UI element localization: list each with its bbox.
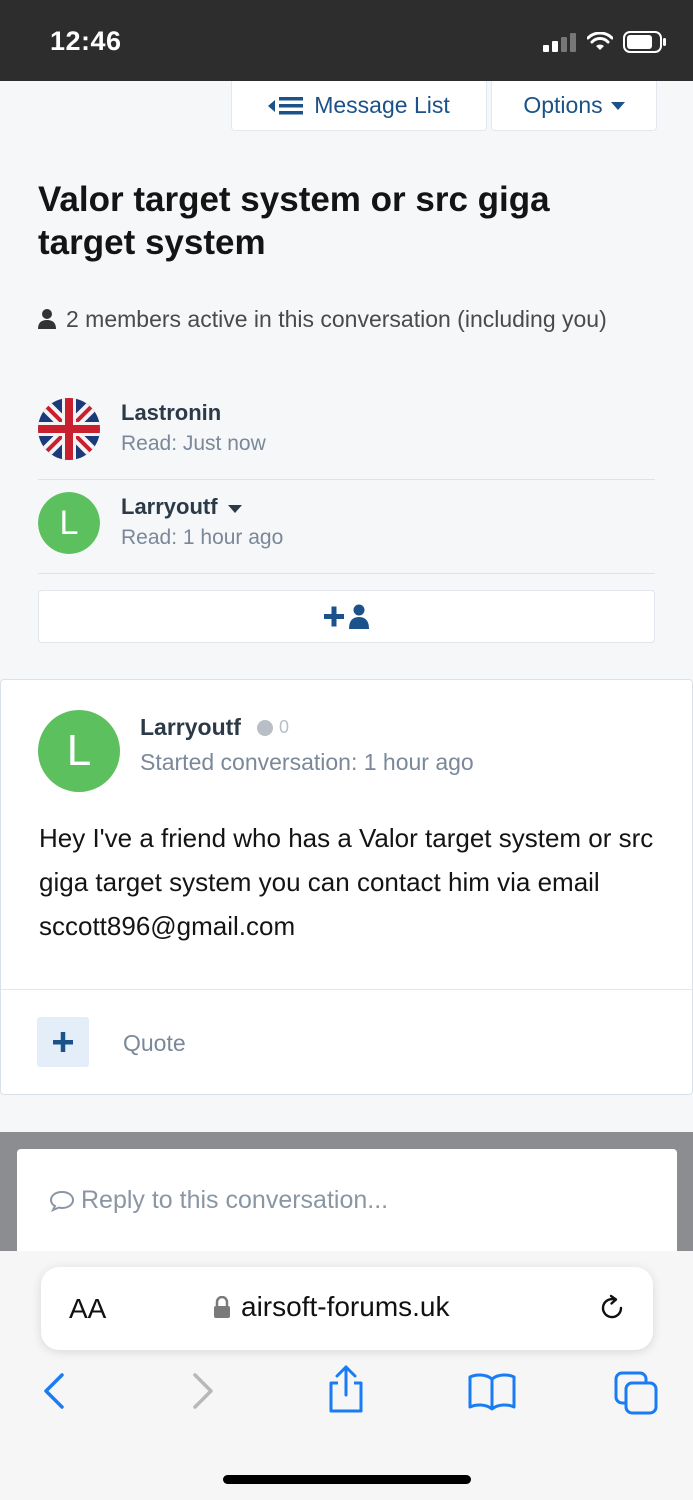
url-field[interactable]: airsoft-forums.uk: [213, 1291, 450, 1323]
quote-button[interactable]: Quote: [123, 1030, 186, 1057]
bookmarks-icon[interactable]: [467, 1371, 517, 1411]
reload-icon[interactable]: [597, 1293, 627, 1323]
reaction-count: 0: [278, 717, 289, 737]
address-bar[interactable]: AA airsoft-forums.uk: [41, 1267, 653, 1350]
caret-down-icon: [610, 101, 625, 110]
status-icons: [543, 31, 667, 53]
list-icon: [268, 96, 304, 114]
battery-icon: [623, 31, 666, 53]
header-buttons: Message List Options: [231, 81, 657, 131]
reply-placeholder: Reply to this conversation...: [49, 1186, 388, 1215]
member-read-status: Read: 1 hour ago: [121, 526, 284, 549]
message-author-avatar[interactable]: L: [38, 710, 120, 792]
message-author: Larryoutf 0: [140, 714, 289, 741]
lock-icon: [214, 1296, 230, 1318]
avatar[interactable]: L: [38, 492, 100, 554]
message-list-label: Message List: [314, 92, 450, 118]
conversation-title: Valor target system or src giga target s…: [38, 180, 550, 262]
forward-icon[interactable]: [189, 1371, 217, 1411]
message-list-button[interactable]: Message List: [231, 81, 487, 131]
share-icon[interactable]: [326, 1365, 366, 1415]
status-bar: 12:46: [0, 0, 693, 81]
text-size-button[interactable]: AA: [69, 1293, 106, 1325]
reply-area: Reply to this conversation...: [0, 1132, 693, 1251]
plus-icon: [53, 1032, 73, 1052]
member-name[interactable]: Larryoutf: [121, 494, 242, 520]
members-active-text: 2 members active in this conversation (i…: [66, 306, 607, 332]
home-indicator: [223, 1475, 471, 1484]
message-meta: Started conversation: 1 hour ago: [140, 749, 474, 775]
reply-input[interactable]: Reply to this conversation...: [17, 1149, 677, 1251]
message-body: Hey I've a friend who has a Valor target…: [39, 823, 654, 941]
signal-icon: [543, 33, 576, 52]
url-text: airsoft-forums.uk: [241, 1291, 450, 1322]
member-row: L Larryoutf Read: 1 hour ago: [38, 480, 655, 574]
options-label: Options: [523, 92, 603, 118]
wifi-icon: [587, 32, 613, 50]
members-active: 2 members active in this conversation (i…: [38, 304, 648, 334]
message-post: L Larryoutf 0 Started conversation: 1 ho…: [0, 679, 693, 1095]
tabs-icon[interactable]: [614, 1371, 660, 1417]
multi-quote-button[interactable]: [37, 1017, 89, 1067]
comment-icon: [49, 1190, 75, 1212]
status-time: 12:46: [50, 26, 122, 56]
add-user-icon: [323, 604, 369, 629]
online-status-dot: [256, 719, 273, 736]
invite-member-button[interactable]: [38, 590, 655, 643]
message-author-name[interactable]: Larryoutf: [140, 714, 241, 741]
options-button[interactable]: Options: [491, 81, 657, 131]
member-name[interactable]: Lastronin: [121, 400, 221, 426]
avatar-union-jack[interactable]: [38, 398, 100, 460]
browser-toolbar: [0, 1365, 693, 1431]
browser-chrome: AA airsoft-forums.uk: [0, 1251, 693, 1500]
member-row: Lastronin Read: Just now: [38, 386, 655, 480]
caret-down-icon[interactable]: [227, 504, 242, 514]
page-content: Message List Options Valor target system…: [0, 81, 693, 1251]
message-divider: [1, 989, 692, 990]
user-icon: [38, 309, 56, 329]
member-read-status: Read: Just now: [121, 432, 266, 455]
back-icon[interactable]: [40, 1371, 68, 1411]
